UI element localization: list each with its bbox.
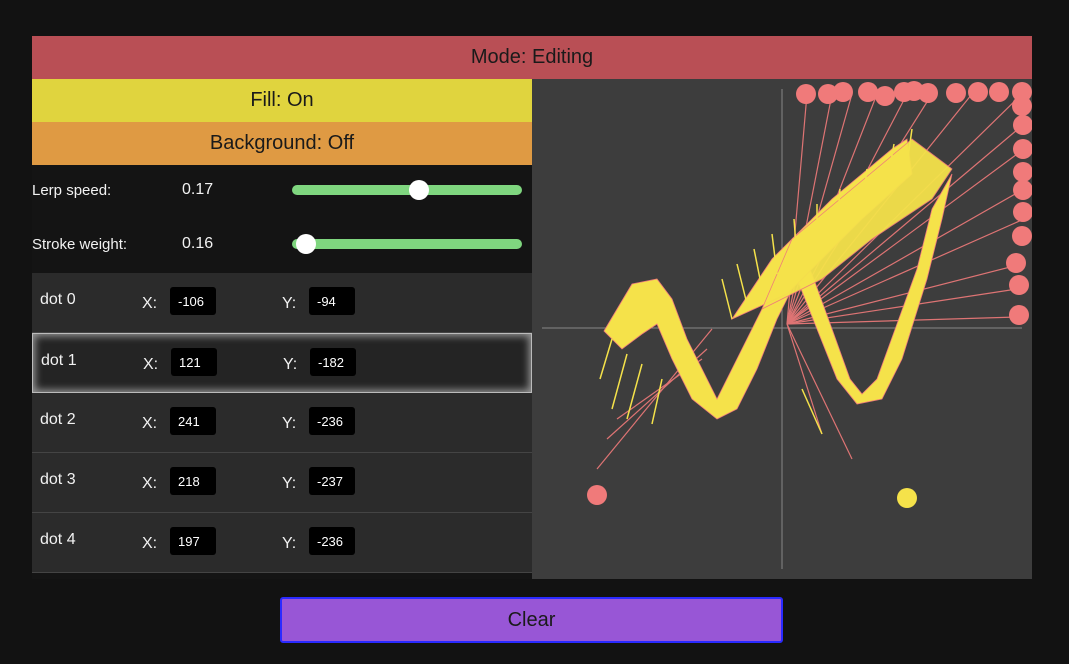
- x-label: X:: [142, 475, 158, 492]
- pink-dot: [1012, 226, 1032, 246]
- dot-row-3[interactable]: dot 3 X: 218 Y: -237: [32, 453, 532, 513]
- x-label: X:: [142, 415, 158, 432]
- stroke-weight-control: Stroke weight: 0.16: [32, 225, 532, 265]
- pink-dot: [968, 82, 988, 102]
- mode-toggle-button[interactable]: Mode: Editing: [32, 36, 1032, 79]
- controls-panel: Fill: On Background: Off Lerp speed: 0.1…: [32, 79, 532, 579]
- dot-name: dot 3: [40, 471, 76, 488]
- dot-row-0[interactable]: dot 0 X: -106 Y: -94: [32, 273, 532, 333]
- lerp-speed-slider-thumb[interactable]: [408, 180, 429, 200]
- dot-x-input[interactable]: -106: [170, 287, 216, 315]
- drawing-canvas[interactable]: [532, 79, 1033, 579]
- yellow-dot: [897, 488, 917, 508]
- dot-name: dot 4: [40, 531, 76, 548]
- y-label: Y:: [282, 475, 297, 492]
- pink-dot: [875, 86, 895, 106]
- pink-dot: [1006, 253, 1026, 273]
- yellow-ribbon: [603, 138, 953, 420]
- lerp-speed-slider[interactable]: [292, 180, 522, 200]
- pink-dot: [1013, 202, 1033, 222]
- pink-dot: [1009, 275, 1029, 295]
- y-label: Y:: [282, 295, 297, 312]
- fill-toggle-button[interactable]: Fill: On: [32, 79, 532, 122]
- stroke-weight-value: 0.16: [182, 235, 214, 252]
- dot-row-1[interactable]: dot 1 X: 121 Y: -182: [32, 333, 532, 393]
- stroke-weight-slider[interactable]: [292, 234, 522, 254]
- pink-dot: [1012, 96, 1032, 116]
- dot-x-input[interactable]: 241: [170, 407, 216, 435]
- lerp-speed-value: 0.17: [182, 181, 214, 198]
- pink-dot: [1013, 139, 1033, 159]
- x-label: X:: [142, 535, 158, 552]
- x-label: X:: [143, 356, 159, 373]
- x-label: X:: [142, 295, 158, 312]
- dot-row-4[interactable]: dot 4 X: 197 Y: -236: [32, 513, 532, 573]
- stroke-weight-slider-thumb[interactable]: [295, 234, 316, 254]
- dot-x-input[interactable]: 121: [171, 348, 217, 376]
- dot-name: dot 2: [40, 411, 76, 428]
- dot-y-input[interactable]: -237: [309, 467, 355, 495]
- pink-dot: [1009, 305, 1029, 325]
- dot-list: dot 0 X: -106 Y: -94 dot 1 X: 121 Y: -18…: [32, 273, 532, 573]
- pink-dot: [946, 83, 966, 103]
- lerp-speed-control: Lerp speed: 0.17: [32, 171, 532, 211]
- dot-name: dot 1: [41, 352, 77, 369]
- pink-dot: [796, 84, 816, 104]
- lerp-speed-label: Lerp speed:: [32, 182, 112, 199]
- pink-dot: [918, 83, 938, 103]
- dot-y-input[interactable]: -182: [310, 348, 356, 376]
- y-label: Y:: [282, 535, 297, 552]
- pink-dot: [587, 485, 607, 505]
- app-container: Mode: Editing Fill: On Background: Off L…: [32, 36, 1033, 579]
- y-label: Y:: [282, 415, 297, 432]
- y-label: Y:: [283, 356, 298, 373]
- background-toggle-button[interactable]: Background: Off: [32, 122, 532, 165]
- pink-dot: [833, 82, 853, 102]
- pink-dot: [1013, 115, 1033, 135]
- pink-dot: [989, 82, 1009, 102]
- stroke-weight-label: Stroke weight:: [32, 236, 128, 253]
- dot-x-input[interactable]: 197: [170, 527, 216, 555]
- pink-dot: [1013, 180, 1033, 200]
- dot-y-input[interactable]: -94: [309, 287, 355, 315]
- canvas-svg[interactable]: [532, 79, 1033, 579]
- pink-dot: [858, 82, 878, 102]
- dot-y-input[interactable]: -236: [309, 527, 355, 555]
- dot-y-input[interactable]: -236: [309, 407, 355, 435]
- pink-dot: [1013, 162, 1033, 182]
- dot-row-2[interactable]: dot 2 X: 241 Y: -236: [32, 393, 532, 453]
- dot-x-input[interactable]: 218: [170, 467, 216, 495]
- clear-button[interactable]: Clear: [280, 597, 783, 643]
- dot-name: dot 0: [40, 291, 76, 308]
